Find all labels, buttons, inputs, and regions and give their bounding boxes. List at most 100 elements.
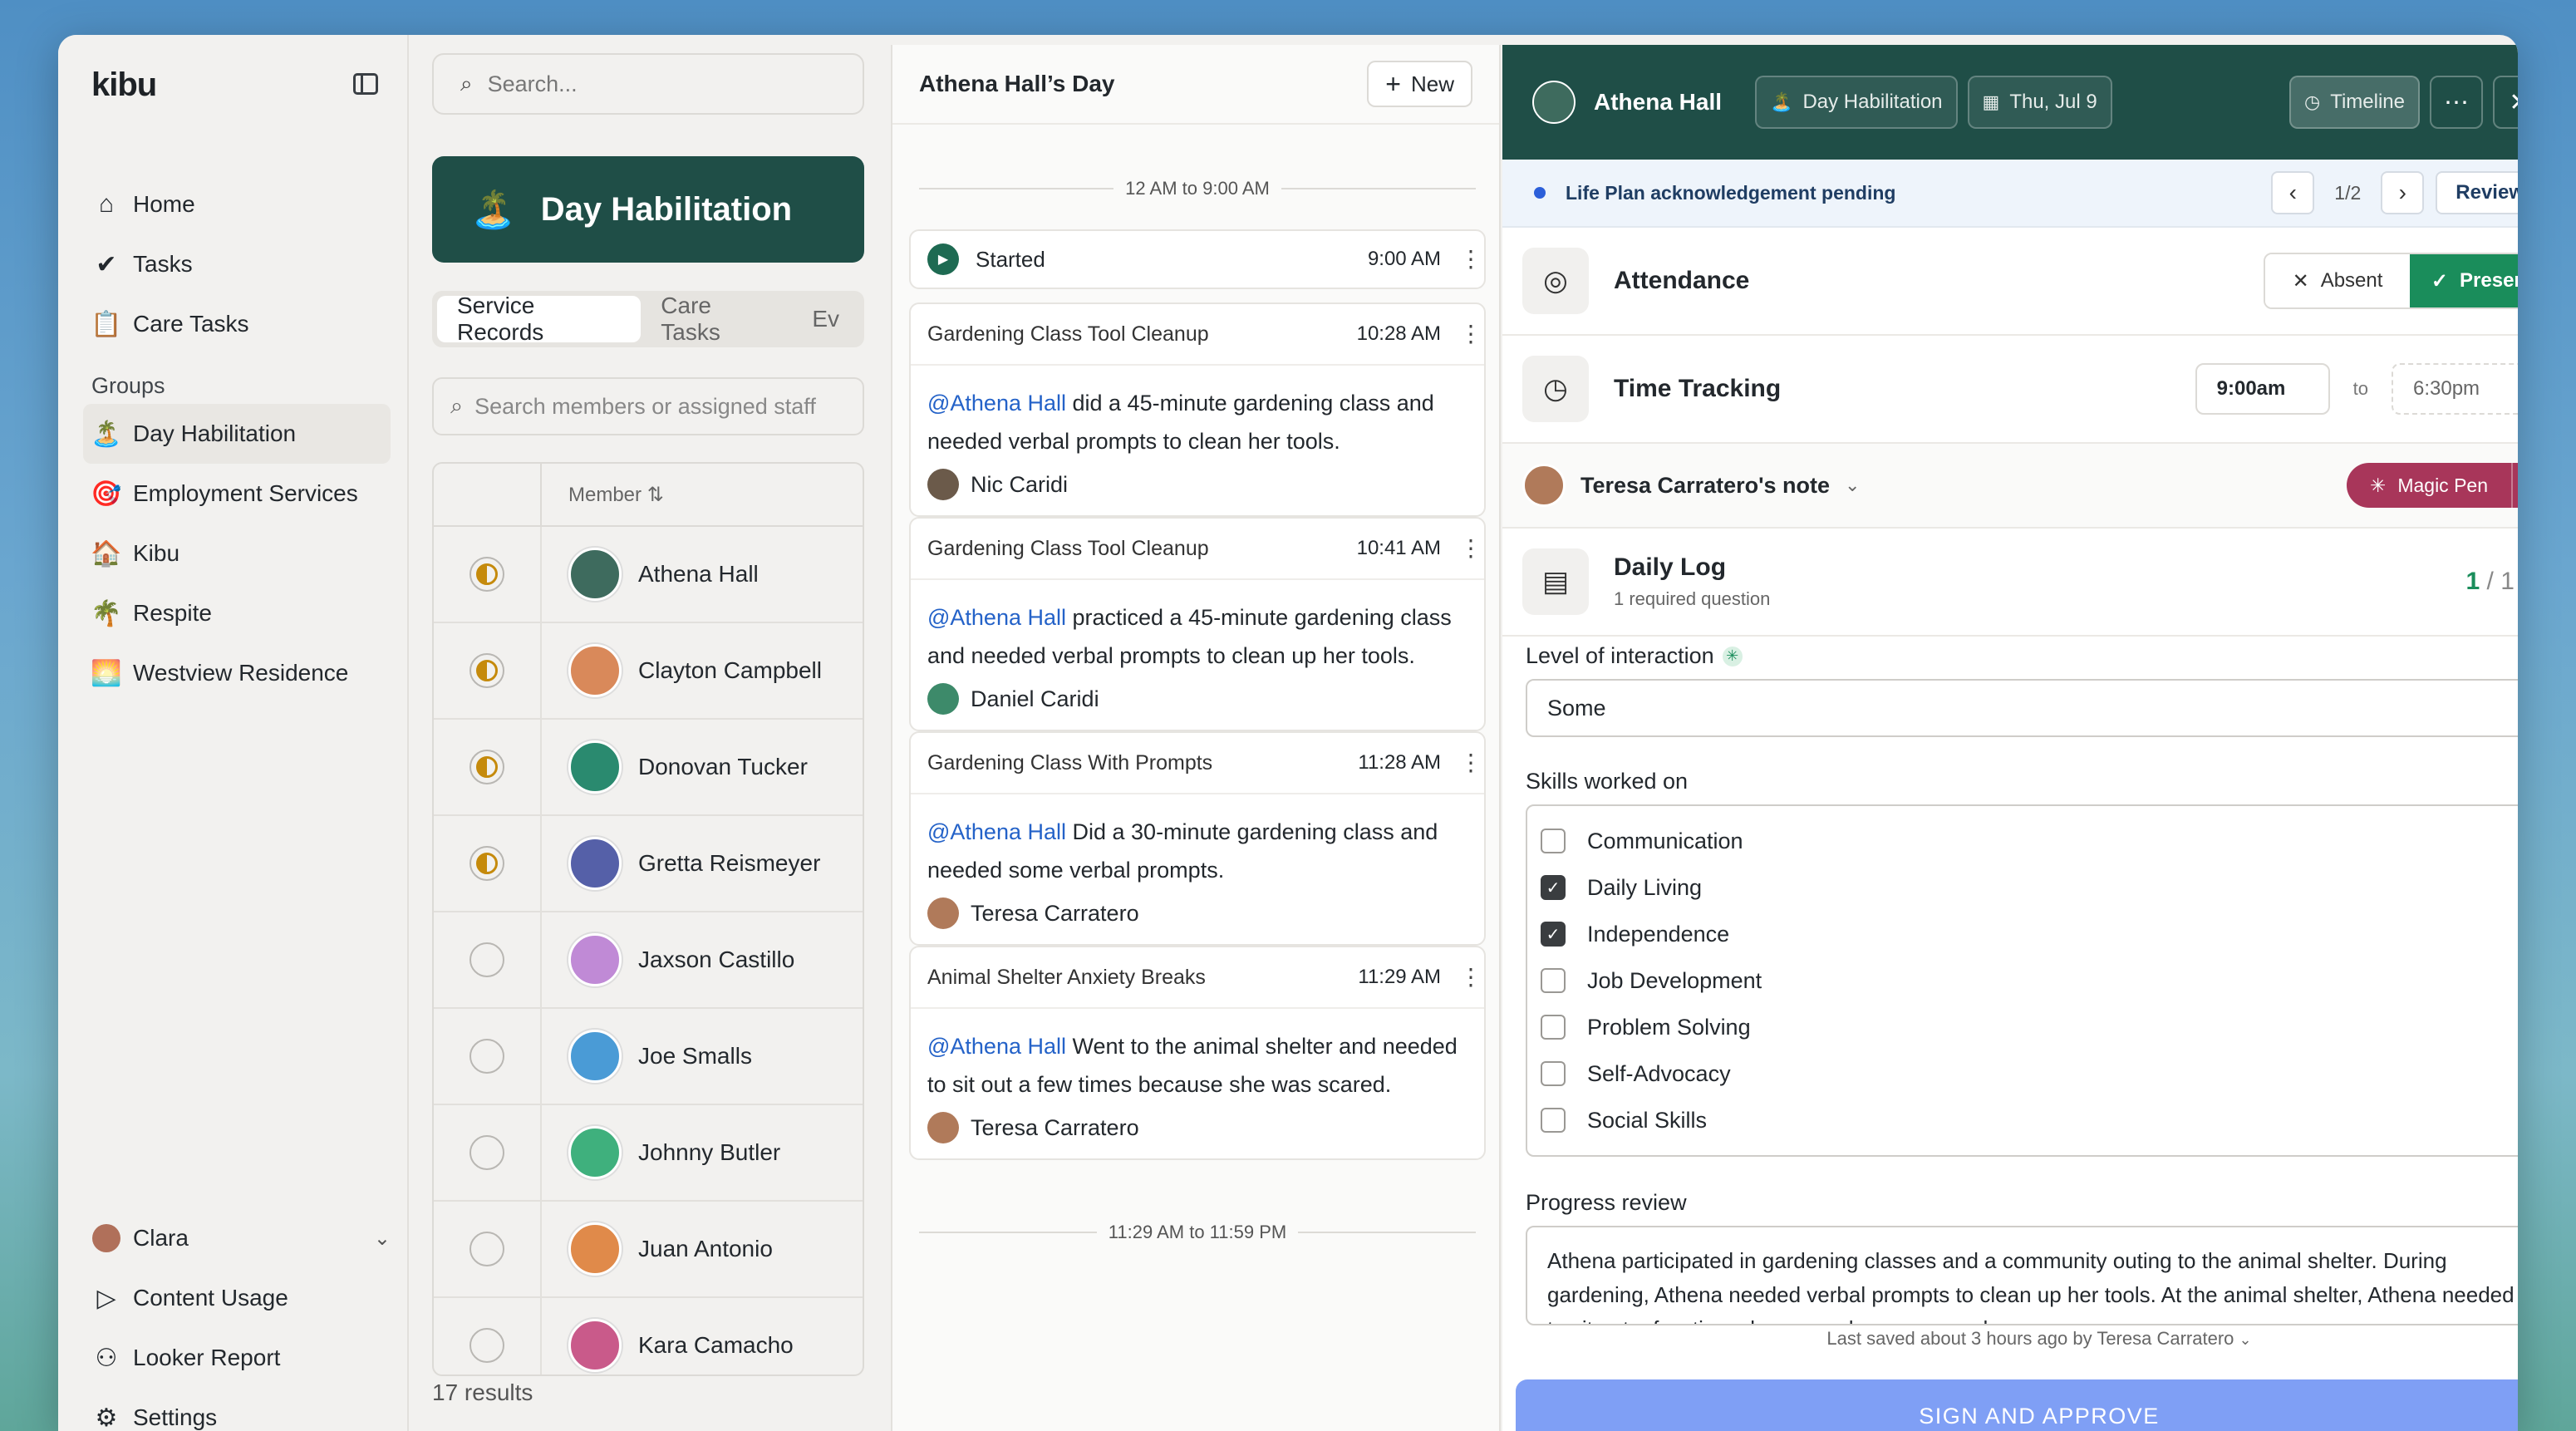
nav-settings[interactable]: ⚙ Settings bbox=[91, 1388, 391, 1431]
status-icon[interactable] bbox=[469, 942, 504, 977]
review-button[interactable]: Review bbox=[2436, 171, 2518, 214]
group-pill[interactable]: 🏝️ Day Habilitation bbox=[1755, 76, 1958, 129]
table-row[interactable]: Donovan Tucker bbox=[434, 720, 863, 816]
home-icon: ⌂ bbox=[98, 190, 115, 218]
tab-events[interactable]: Ev bbox=[792, 296, 859, 342]
global-search-input[interactable]: ⌕ Search... bbox=[432, 53, 864, 115]
skill-checkbox-row[interactable]: Communication bbox=[1541, 818, 2518, 864]
note-owner-name[interactable]: Teresa Carratero's note bbox=[1581, 473, 1830, 499]
magic-pen-button[interactable]: ✳ Magic Pen ⌄ bbox=[2347, 463, 2518, 508]
daily-log-section[interactable]: ▤ Daily Log 1 required question 1 / 1 ⌄ bbox=[1502, 529, 2518, 637]
status-icon[interactable] bbox=[469, 1039, 504, 1074]
note-card[interactable]: Gardening Class Tool Cleanup 10:41 AM ⋮ … bbox=[909, 517, 1486, 731]
table-row[interactable]: Juan Antonio bbox=[434, 1202, 863, 1298]
progress-label: Progress review bbox=[1526, 1190, 1687, 1215]
user-menu[interactable]: Clara ⌄ bbox=[91, 1208, 391, 1268]
avatar bbox=[568, 1030, 622, 1083]
checkbox[interactable] bbox=[1541, 1108, 1566, 1133]
status-icon[interactable] bbox=[469, 557, 504, 592]
interaction-select[interactable]: Some ⌄ bbox=[1526, 679, 2518, 737]
status-icon[interactable] bbox=[469, 1135, 504, 1170]
sidebar-toggle-icon[interactable] bbox=[353, 73, 378, 95]
checkbox[interactable] bbox=[1541, 1015, 1566, 1040]
table-row[interactable]: Kara Camacho bbox=[434, 1298, 863, 1374]
status-icon[interactable] bbox=[469, 1328, 504, 1363]
new-note-button[interactable]: + New bbox=[1367, 61, 1472, 107]
more-icon[interactable]: ⋮ bbox=[1459, 537, 1482, 560]
close-button[interactable]: ✕ bbox=[2493, 76, 2518, 129]
table-row[interactable]: Gretta Reismeyer bbox=[434, 816, 863, 912]
more-icon[interactable]: ⋮ bbox=[1459, 751, 1482, 775]
group-employment-services[interactable]: 🎯 Employment Services bbox=[91, 464, 391, 524]
checkbox[interactable]: ✓ bbox=[1541, 922, 1566, 947]
more-icon[interactable]: ⋮ bbox=[1459, 248, 1482, 271]
checkbox[interactable] bbox=[1541, 829, 1566, 853]
skill-checkbox-row[interactable]: ✓ Daily Living bbox=[1541, 864, 2518, 911]
progress-review-textarea[interactable]: Athena participated in gardening classes… bbox=[1526, 1226, 2518, 1325]
group-respite[interactable]: 🌴 Respite bbox=[91, 583, 391, 643]
note-card[interactable]: Gardening Class With Prompts 11:28 AM ⋮ … bbox=[909, 731, 1486, 946]
checkbox[interactable] bbox=[1541, 968, 1566, 993]
start-time-input[interactable]: 9:00am bbox=[2195, 363, 2330, 415]
note-author: Nic Caridi bbox=[911, 460, 1484, 515]
nav-home[interactable]: ⌂ Home bbox=[91, 175, 391, 234]
started-event[interactable]: ▶ Started 9:00 AM ⋮ bbox=[909, 229, 1486, 289]
previous-alert-button[interactable]: ‹ bbox=[2271, 171, 2315, 214]
member-mention[interactable]: @Athena Hall bbox=[927, 391, 1066, 416]
nav-tasks[interactable]: ✔ Tasks bbox=[91, 234, 391, 294]
attendance-section: ◎ Attendance ✕ Absent ✓ Present bbox=[1502, 228, 2518, 336]
note-title: Gardening Class Tool Cleanup bbox=[927, 536, 1209, 560]
member-search-input[interactable]: ⌕ Search members or assigned staff bbox=[432, 377, 864, 435]
checkbox[interactable] bbox=[1541, 1061, 1566, 1086]
nav-care-tasks[interactable]: 📋 Care Tasks bbox=[91, 294, 391, 354]
table-row[interactable]: Johnny Butler bbox=[434, 1105, 863, 1202]
tab-service-records[interactable]: Service Records bbox=[437, 293, 642, 345]
status-icon[interactable] bbox=[469, 750, 504, 784]
member-cell: Joe Smalls bbox=[542, 1030, 752, 1083]
chevron-down-icon[interactable]: ⌄ bbox=[1845, 475, 1860, 496]
status-icon[interactable] bbox=[469, 846, 504, 881]
skill-checkbox-row[interactable]: Self-Advocacy bbox=[1541, 1050, 2518, 1097]
absent-button[interactable]: ✕ Absent bbox=[2265, 254, 2410, 307]
table-row[interactable]: Athena Hall bbox=[434, 527, 863, 623]
day-pane: Athena Hall’s Day + New 12 AM to 9:00 AM… bbox=[891, 45, 1501, 1431]
end-time-input[interactable]: 6:30pm bbox=[2392, 363, 2518, 415]
table-row[interactable]: Jaxson Castillo bbox=[434, 912, 863, 1009]
tab-care-tasks[interactable]: Care Tasks bbox=[641, 293, 792, 345]
member-mention[interactable]: @Athena Hall bbox=[927, 819, 1066, 844]
status-icon[interactable] bbox=[469, 1232, 504, 1266]
status-icon[interactable] bbox=[469, 653, 504, 688]
more-options-button[interactable]: ⋯ bbox=[2430, 76, 2483, 129]
last-saved-text[interactable]: Last saved about 3 hours ago by Teresa C… bbox=[1502, 1328, 2518, 1350]
sign-and-approve-button[interactable]: SIGN AND APPROVE bbox=[1516, 1379, 2518, 1431]
nav-looker-report[interactable]: ⚇ Looker Report bbox=[91, 1328, 391, 1388]
started-label: Started bbox=[976, 246, 1045, 272]
group-day-habilitation[interactable]: 🏝️ Day Habilitation bbox=[83, 404, 391, 464]
table-row[interactable]: Joe Smalls bbox=[434, 1009, 863, 1105]
magic-pen-main[interactable]: ✳ Magic Pen bbox=[2347, 463, 2511, 508]
status-cell bbox=[434, 816, 542, 911]
chevron-down-icon[interactable]: ⌄ bbox=[2511, 463, 2518, 508]
member-name: Athena Hall bbox=[1594, 89, 1723, 115]
date-pill[interactable]: ▦ Thu, Jul 9 bbox=[1967, 76, 2112, 129]
member-mention[interactable]: @Athena Hall bbox=[927, 605, 1066, 630]
timeline-button[interactable]: ◷ Timeline bbox=[2288, 76, 2420, 129]
skill-checkbox-row[interactable]: Social Skills bbox=[1541, 1097, 2518, 1143]
present-button[interactable]: ✓ Present bbox=[2410, 254, 2518, 307]
note-card[interactable]: Animal Shelter Anxiety Breaks 11:29 AM ⋮… bbox=[909, 946, 1486, 1160]
note-card[interactable]: Gardening Class Tool Cleanup 10:28 AM ⋮ … bbox=[909, 302, 1486, 517]
table-row[interactable]: Clayton Campbell bbox=[434, 623, 863, 720]
member-column-header[interactable]: Member ⇅ bbox=[542, 483, 664, 507]
group-kibu[interactable]: 🏠 Kibu bbox=[91, 524, 391, 583]
skill-checkbox-row[interactable]: ✓ Independence bbox=[1541, 911, 2518, 957]
next-alert-button[interactable]: › bbox=[2381, 171, 2425, 214]
skill-checkbox-row[interactable]: Job Development bbox=[1541, 957, 2518, 1004]
group-westview-residence[interactable]: 🌅 Westview Residence bbox=[91, 643, 391, 703]
nav-content-usage[interactable]: ▷ Content Usage bbox=[91, 1268, 391, 1328]
more-icon[interactable]: ⋮ bbox=[1459, 966, 1482, 989]
member-cell: Jaxson Castillo bbox=[542, 933, 794, 986]
checkbox[interactable]: ✓ bbox=[1541, 875, 1566, 900]
member-mention[interactable]: @Athena Hall bbox=[927, 1034, 1066, 1059]
more-icon[interactable]: ⋮ bbox=[1459, 322, 1482, 346]
skill-checkbox-row[interactable]: Problem Solving bbox=[1541, 1004, 2518, 1050]
